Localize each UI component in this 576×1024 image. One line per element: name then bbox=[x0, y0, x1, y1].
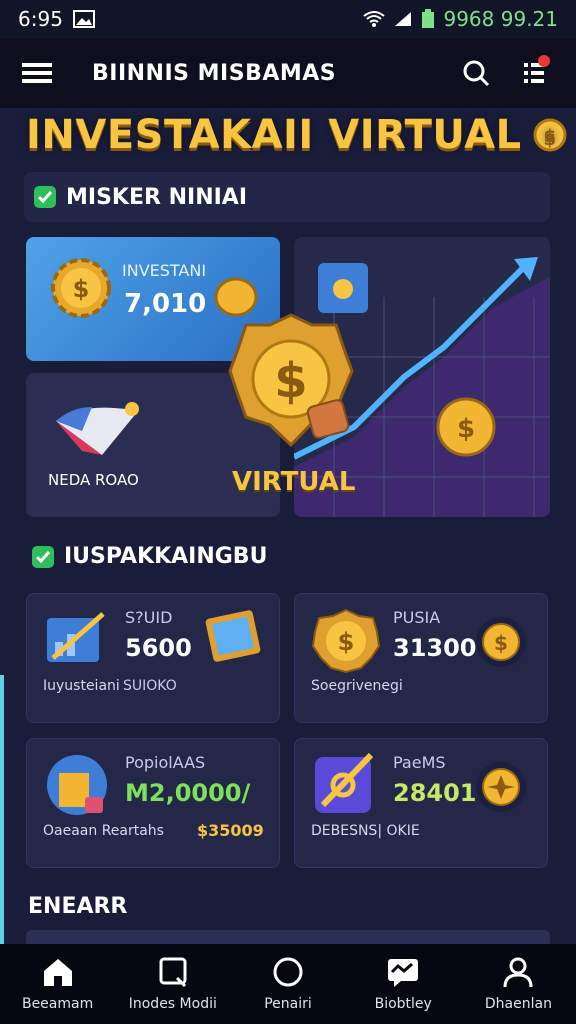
coin-icon: $ bbox=[476, 617, 526, 667]
svg-text:$: $ bbox=[494, 631, 508, 655]
virtual-label: VIRTUAL bbox=[232, 467, 356, 497]
wifi-icon bbox=[363, 11, 386, 27]
gear-coin-icon: $ bbox=[51, 258, 111, 318]
status-bar: 6:95 9968 99.21 bbox=[0, 0, 576, 38]
check-icon bbox=[34, 186, 56, 208]
nav-label: Biobtley bbox=[374, 996, 432, 1012]
list-menu-button[interactable] bbox=[514, 53, 554, 93]
notification-dot bbox=[538, 55, 550, 67]
card-sub-label: DEBESNS| OKIE bbox=[311, 823, 420, 839]
nav-label: Dhaenlan bbox=[484, 996, 552, 1012]
rocket-card-label: NEDA ROAO bbox=[48, 471, 139, 489]
search-icon bbox=[159, 957, 187, 988]
nav-item-chat[interactable]: Biobtley bbox=[346, 944, 461, 1024]
card-value: 31300 bbox=[393, 634, 477, 662]
app-title: BIINNIS MISBAMAS bbox=[92, 60, 337, 86]
user-icon bbox=[503, 957, 533, 988]
search-button[interactable] bbox=[456, 53, 496, 93]
card-value: 28401 bbox=[393, 779, 477, 807]
card-sub-label: Iuyusteiani bbox=[43, 678, 120, 694]
investment-item-card[interactable]: PaeMS 28401 DEBESNS| OKIE bbox=[294, 738, 548, 868]
section-header-1: MISKER NINIAI bbox=[24, 172, 550, 222]
card-label: PUSIA bbox=[393, 608, 441, 627]
nav-item-profile[interactable]: Dhaenlan bbox=[461, 944, 576, 1024]
status-right-text: 9968 99.21 bbox=[443, 7, 558, 31]
gear-coin-big-icon: $ bbox=[228, 313, 354, 448]
chat-icon bbox=[388, 959, 419, 987]
tools-icon bbox=[315, 752, 374, 813]
svg-text:$: $ bbox=[338, 628, 355, 656]
section-title-1: MISKER NINIAI bbox=[66, 184, 248, 210]
signal-icon bbox=[395, 12, 412, 26]
card-sub-value: $35009 bbox=[197, 821, 264, 840]
savings-icon bbox=[47, 755, 107, 815]
bottom-nav: Beeamam Inodes Modii Penairi Biobtley Dh… bbox=[0, 944, 576, 1024]
app-bar: BIINNIS MISBAMAS bbox=[0, 38, 576, 108]
nav-item-portfolio[interactable]: Penairi bbox=[230, 944, 345, 1024]
nav-label: Penairi bbox=[264, 996, 312, 1012]
investment-item-card[interactable]: $ PUSIA 31300 $ Soegrivenegi bbox=[294, 593, 548, 723]
hero-title: INVESTAKAII VIRTUAL $ bbox=[26, 112, 568, 158]
nav-label: Beeamam bbox=[21, 996, 94, 1012]
investment-value: 7,010 bbox=[124, 289, 207, 319]
battery-icon bbox=[422, 9, 435, 28]
chart-pencil-icon bbox=[47, 612, 105, 662]
nav-item-home[interactable]: Beeamam bbox=[0, 944, 115, 1024]
card-label: PopiolAAS bbox=[125, 753, 206, 772]
svg-text:$: $ bbox=[457, 414, 475, 444]
circle-icon bbox=[273, 957, 303, 987]
menu-icon[interactable] bbox=[22, 61, 52, 85]
image-icon bbox=[72, 10, 95, 28]
home-icon bbox=[43, 959, 72, 986]
nav-label: Inodes Modii bbox=[128, 996, 217, 1012]
card-sub-label: Oaeaan Reartahs bbox=[43, 823, 164, 839]
gear-coin-icon: $ bbox=[311, 608, 381, 674]
svg-text:$: $ bbox=[543, 126, 556, 147]
nav-item-search[interactable]: Inodes Modii bbox=[115, 944, 230, 1024]
card-sub-value: SUIOKO bbox=[123, 678, 177, 694]
section-title-2: IUSPAKKAINGBU bbox=[64, 544, 268, 569]
hero-title-text: INVESTAKAII VIRTUAL bbox=[26, 112, 522, 158]
scroll-edge bbox=[0, 675, 4, 945]
search-icon bbox=[463, 60, 490, 87]
card-value: 5600 bbox=[125, 634, 192, 662]
card-label: S?UID bbox=[125, 608, 173, 627]
next-card-strip bbox=[26, 930, 550, 944]
section-header-2: IUSPAKKAINGBU bbox=[32, 544, 267, 569]
coin-icon: $ bbox=[533, 118, 567, 152]
card-sub-label: Soegrivenegi bbox=[311, 678, 403, 694]
star-coin-icon bbox=[476, 762, 526, 812]
status-time: 6:95 bbox=[18, 7, 63, 31]
earn-section-title: ENEARR bbox=[28, 894, 128, 919]
investment-item-card[interactable]: PopiolAAS M2,0000/ Oaeaan Reartahs $3500… bbox=[26, 738, 280, 868]
card-label: PaeMS bbox=[393, 753, 446, 772]
rocket-icon bbox=[56, 402, 139, 455]
check-icon bbox=[32, 545, 54, 568]
tablet-icon bbox=[205, 610, 261, 662]
svg-text:$: $ bbox=[73, 275, 90, 303]
investment-label: INVESTANI bbox=[122, 261, 207, 280]
svg-text:$: $ bbox=[274, 353, 307, 409]
card-value: M2,0000/ bbox=[125, 779, 251, 807]
investment-item-card[interactable]: S?UID 5600 Iuyusteiani SUIOKO bbox=[26, 593, 280, 723]
featured-panel: $ INVESTANI 7,010 $ NEDA ROAO $ VIRTUAL bbox=[26, 237, 550, 517]
